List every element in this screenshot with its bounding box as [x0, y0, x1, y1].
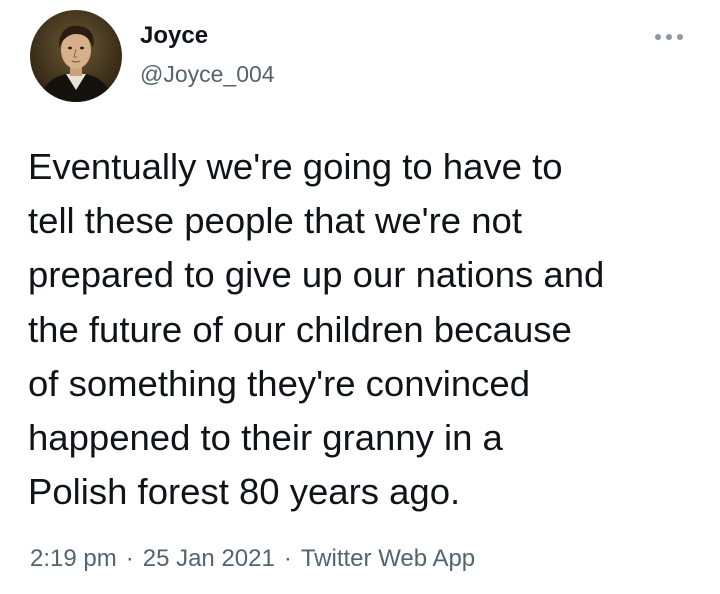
tweet-text-line: tell these people that we're not [28, 200, 522, 242]
tweet-text-line: of something they're convinced [28, 362, 531, 404]
tweet-text-line: Polish forest 80 years ago. [28, 471, 461, 513]
tweet-card: Joyce @Joyce_004 Eventually we're going … [0, 0, 720, 594]
tweet-text: Eventually we're going to have to tell t… [28, 140, 708, 519]
more-options-button[interactable] [646, 22, 692, 52]
portrait-image [30, 10, 122, 102]
meta-separator: · [125, 545, 134, 572]
author-handle[interactable]: @Joyce_004 [140, 60, 275, 88]
tweet-time[interactable]: 2:19 pm [30, 545, 117, 572]
tweet-metadata: 2:19 pm · 25 Jan 2021 · Twitter Web App [30, 543, 475, 575]
tweet-text-line: Eventually we're going to have to [28, 146, 563, 187]
author-display-name[interactable]: Joyce [140, 22, 208, 50]
avatar[interactable] [30, 10, 122, 102]
tweet-source[interactable]: Twitter Web App [301, 545, 475, 572]
meta-separator: · [283, 545, 292, 572]
more-horizontal-icon [655, 34, 683, 40]
tweet-date[interactable]: 25 Jan 2021 [143, 545, 275, 572]
tweet-text-line: prepared to give up our nations and [28, 254, 605, 296]
tweet-text-line: the future of our children because [28, 308, 572, 350]
tweet-text-line: happened to their granny in a [28, 417, 503, 459]
